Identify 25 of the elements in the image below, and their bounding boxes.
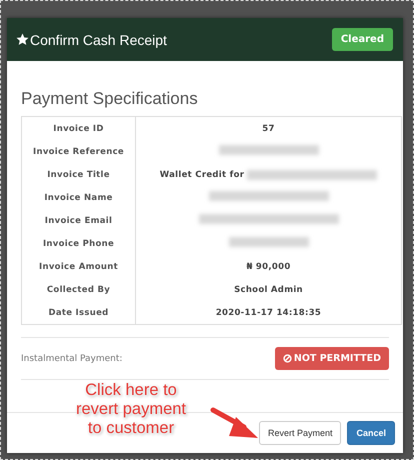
row-value: School Admin: [234, 284, 303, 294]
prohibited-icon: [282, 354, 292, 363]
row-label: Invoice Phone: [42, 238, 114, 248]
row-value: ₦ 90,000: [246, 262, 291, 272]
instalmental-label: Instalmental Payment:: [21, 354, 122, 364]
row-label: Invoice Email: [44, 216, 112, 226]
cancel-button[interactable]: Cancel: [347, 421, 395, 445]
row-label: Invoice Name: [44, 192, 113, 202]
annotation-text: Click here to revert payment to customer: [74, 381, 188, 438]
row-label: Invoice Amount: [39, 262, 118, 272]
row-label: Invoice Title: [47, 170, 110, 180]
not-permitted-badge: NOT PERMITTED: [274, 347, 389, 370]
star-icon: [16, 33, 29, 46]
row-value: 2020-11-17 14:18:35: [216, 308, 322, 318]
row-label: Invoice Reference: [33, 146, 124, 156]
row-label: Invoice ID: [53, 124, 104, 134]
revert-payment-button[interactable]: Revert Payment: [258, 421, 342, 445]
row-label: Date Issued: [48, 308, 109, 318]
modal-title: Confirm Cash Receipt: [30, 32, 167, 48]
row-label: Collected By: [46, 284, 110, 294]
row-value: 57: [262, 124, 275, 134]
row-value: Wallet Credit for: [160, 170, 244, 180]
status-badge: Cleared: [332, 28, 393, 51]
section-title: Payment Specifications: [21, 89, 199, 109]
arrow-icon: [210, 405, 260, 441]
